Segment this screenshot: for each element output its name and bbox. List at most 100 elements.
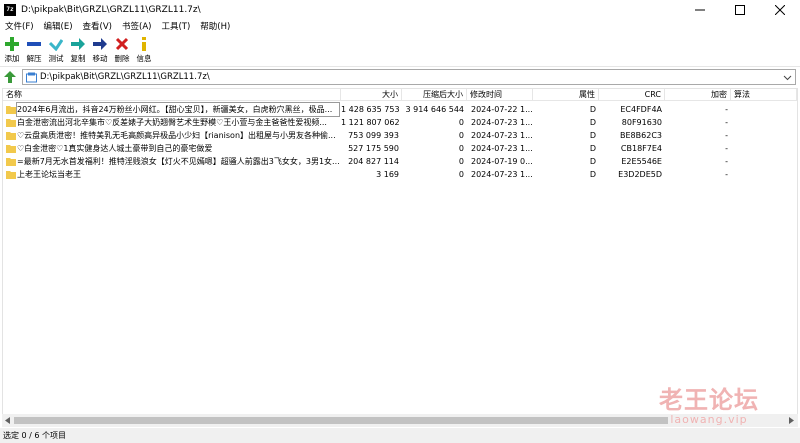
app-logo-icon: 7z — [4, 4, 16, 16]
folder-icon — [6, 132, 16, 140]
column-crc[interactable]: CRC — [599, 89, 665, 101]
item-crc: EC4FDF4A — [620, 105, 662, 114]
delete-button[interactable]: 删除 — [112, 35, 132, 64]
item-size: 3 169 — [376, 170, 399, 179]
item-crc: 80F91630 — [621, 118, 662, 127]
archive-icon — [26, 72, 37, 82]
copy-button[interactable]: 复制 — [68, 35, 88, 64]
extract-button[interactable]: 解压 — [24, 35, 44, 64]
move-button[interactable]: 移动 — [90, 35, 110, 64]
menu-edit[interactable]: 编辑(E) — [39, 20, 78, 35]
item-modified: 2024-07-19 0... — [471, 157, 533, 166]
chevron-left-icon — [5, 417, 10, 424]
info-icon — [142, 37, 146, 51]
list-item[interactable]: ♡白金泄密♡1真实健身达人城土豪带到自己的豪宅做爱 527 175 590 0 … — [3, 142, 797, 155]
item-encrypted: - — [725, 118, 728, 127]
column-size[interactable]: 大小 — [341, 89, 402, 101]
title-bar: 7z D:\pikpak\Bit\GRZL\GRZL11\GRZL11.7z\ — [0, 0, 800, 20]
window-title: D:\pikpak\Bit\GRZL\GRZL11\GRZL11.7z\ — [21, 5, 201, 15]
item-size: 1 121 807 062 — [341, 118, 399, 127]
test-icon — [49, 39, 63, 51]
watermark-text: 老王论坛 — [659, 385, 759, 414]
menu-view[interactable]: 查看(V) — [78, 20, 117, 35]
maximize-button[interactable] — [720, 0, 760, 20]
watermark-url: laowang.vip — [670, 413, 748, 426]
info-button[interactable]: 信息 — [134, 35, 154, 64]
item-modified: 2024-07-23 1... — [471, 170, 533, 179]
folder-icon — [6, 145, 16, 153]
status-bar: 选定 0 / 6 个项目 — [0, 428, 800, 443]
item-attributes: D — [589, 144, 596, 153]
item-crc: CB18F7E4 — [620, 144, 662, 153]
column-attributes[interactable]: 属性 — [533, 89, 599, 101]
info-label: 信息 — [136, 54, 152, 63]
test-label: 测试 — [48, 54, 64, 63]
menu-tools[interactable]: 工具(T) — [156, 20, 195, 35]
column-encrypted[interactable]: 加密 — [665, 89, 731, 101]
extract-icon — [27, 42, 41, 46]
maximize-icon — [735, 5, 745, 15]
item-attributes: D — [589, 118, 596, 127]
up-folder-button[interactable] — [1, 68, 19, 86]
column-modified[interactable]: 修改时间 — [467, 89, 533, 101]
item-method — [735, 155, 795, 168]
item-encrypted: - — [725, 105, 728, 114]
item-name: =最新7月无水首发福利！推特淫贱浪女【灯火不见嫣嗯】超骚人前露出3飞女女，3男1… — [17, 157, 339, 166]
menu-bar: 文件(F) 编辑(E) 查看(V) 书签(A) 工具(T) 帮助(H) — [0, 20, 800, 35]
item-packed-size: 3 914 646 544 — [405, 105, 464, 114]
column-packed-size[interactable]: 压缩后大小 — [402, 89, 467, 101]
file-list: 名称 大小 压缩后大小 修改时间 属性 CRC 加密 算法 2024年6月流出，… — [2, 88, 798, 418]
item-modified: 2024-07-23 1... — [471, 144, 533, 153]
move-icon — [93, 38, 107, 50]
item-encrypted: - — [725, 144, 728, 153]
scrollbar-thumb[interactable] — [14, 417, 668, 424]
extract-label: 解压 — [26, 54, 42, 63]
item-encrypted: - — [725, 157, 728, 166]
item-name: ♡云盘高质泄密！推特美乳无毛高颜高异极品小少妇【rianison】出租屋与小男友… — [17, 131, 336, 140]
move-label: 移动 — [92, 54, 108, 63]
chevron-right-icon — [789, 417, 794, 424]
address-input[interactable]: D:\pikpak\Bit\GRZL\GRZL11\GRZL11.7z\ — [22, 69, 796, 85]
menu-help[interactable]: 帮助(H) — [195, 20, 235, 35]
scroll-left-button[interactable] — [2, 414, 14, 427]
up-arrow-icon — [4, 71, 16, 83]
item-packed-size: 0 — [458, 157, 464, 166]
item-attributes: D — [589, 105, 596, 114]
close-icon — [775, 5, 785, 15]
copy-label: 复制 — [70, 54, 86, 63]
item-name: 白金泄密流出河北辛集市♡反差婊子大奶翘臀艺术生野模♡王小萱与金主爸爸性爱视频..… — [17, 118, 327, 127]
minimize-button[interactable] — [680, 0, 720, 20]
copy-icon — [71, 38, 85, 50]
menu-bookmarks[interactable]: 书签(A) — [117, 20, 156, 35]
item-size: 527 175 590 — [348, 144, 399, 153]
close-button[interactable] — [760, 0, 800, 20]
item-size: 753 099 393 — [348, 131, 399, 140]
item-name: ♡白金泄密♡1真实健身达人城土豪带到自己的豪宅做爱 — [17, 144, 213, 153]
item-packed-size: 0 — [458, 131, 464, 140]
address-path: D:\pikpak\Bit\GRZL\GRZL11\GRZL11.7z\ — [40, 72, 210, 82]
list-item[interactable]: 上老王论坛当老王 3 169 0 2024-07-23 1... D E3D2D… — [3, 168, 797, 181]
item-packed-size: 0 — [458, 170, 464, 179]
add-button[interactable]: 添加 — [2, 35, 22, 64]
column-method[interactable]: 算法 — [731, 89, 797, 101]
item-method — [735, 116, 795, 129]
item-modified: 2024-07-23 1... — [471, 118, 533, 127]
list-item[interactable]: 2024年6月流出，抖音24万粉丝小网红。【甜心宝贝】，新疆美女，白虎粉穴黑丝，… — [3, 102, 797, 117]
item-name: 2024年6月流出，抖音24万粉丝小网红。【甜心宝贝】，新疆美女，白虎粉穴黑丝，… — [16, 102, 340, 117]
list-item[interactable]: =最新7月无水首发福利！推特淫贱浪女【灯火不见嫣嗯】超骚人前露出3飞女女，3男1… — [3, 155, 797, 168]
list-item[interactable]: ♡云盘高质泄密！推特美乳无毛高颜高异极品小少妇【rianison】出租屋与小男友… — [3, 129, 797, 142]
delete-icon — [115, 37, 129, 51]
folder-icon — [6, 106, 16, 114]
item-packed-size: 0 — [458, 118, 464, 127]
minimize-icon — [695, 9, 705, 11]
item-encrypted: - — [725, 131, 728, 140]
item-crc: BE8B62C3 — [620, 131, 662, 140]
list-item[interactable]: 白金泄密流出河北辛集市♡反差婊子大奶翘臀艺术生野模♡王小萱与金主爸爸性爱视频..… — [3, 116, 797, 129]
item-method — [735, 168, 795, 181]
menu-file[interactable]: 文件(F) — [0, 20, 39, 35]
column-name[interactable]: 名称 — [3, 89, 341, 101]
add-label: 添加 — [4, 54, 20, 63]
test-button[interactable]: 测试 — [46, 35, 66, 64]
scroll-right-button[interactable] — [786, 414, 798, 427]
item-attributes: D — [589, 157, 596, 166]
